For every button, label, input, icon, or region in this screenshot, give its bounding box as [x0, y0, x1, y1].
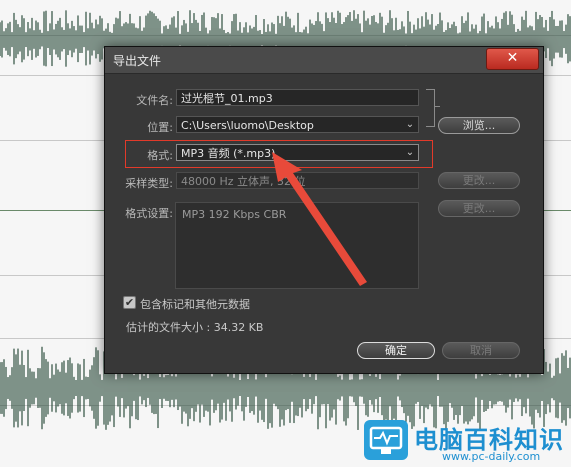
close-button[interactable]: ✕	[486, 48, 539, 70]
dialog-title: 导出文件	[113, 54, 162, 68]
change-sample-type-button[interactable]: 更改...	[438, 172, 520, 189]
estimated-size-label: 估计的文件大小 : 34.32 KB	[126, 321, 264, 334]
include-markers-label: 包含标记和其他元数据	[140, 298, 250, 311]
filename-label: 文件名:	[136, 94, 173, 107]
browse-button[interactable]: 浏览...	[438, 117, 520, 134]
format-settings-box: MP3 192 Kbps CBR	[175, 202, 419, 289]
close-icon: ✕	[506, 50, 519, 66]
monitor-pulse-icon	[364, 420, 408, 460]
filename-input[interactable]: 过光棍节_01.mp3	[176, 89, 419, 106]
sample-type-label: 采样类型:	[125, 177, 173, 190]
bracket-connector	[426, 89, 435, 127]
format-settings-value: MP3 192 Kbps CBR	[182, 208, 287, 221]
chevron-down-icon: ⌄	[405, 119, 415, 130]
checkmark-icon: ✔	[124, 296, 135, 309]
cancel-button[interactable]: 取消	[442, 342, 520, 359]
export-file-dialog: 导出文件 ✕ 文件名: 过光棍节_01.mp3 位置: C:\Users\luo…	[104, 46, 544, 374]
format-settings-label: 格式设置:	[125, 207, 173, 220]
location-label: 位置:	[147, 121, 173, 134]
change-format-settings-button[interactable]: 更改...	[438, 200, 520, 217]
watermark-url: www.pc-daily.com	[442, 450, 541, 463]
bracket-connector	[434, 106, 440, 107]
highlight-box	[125, 140, 433, 168]
location-select[interactable]: C:\Users\luomo\Desktop ⌄	[176, 116, 419, 133]
dialog-titlebar: 导出文件 ✕	[105, 47, 543, 74]
location-value: C:\Users\luomo\Desktop	[181, 119, 314, 132]
site-watermark: 电脑百科知识 www.pc-daily.com	[364, 418, 571, 467]
include-markers-checkbox[interactable]: ✔	[123, 296, 136, 309]
ok-button[interactable]: 确定	[357, 342, 435, 359]
sample-type-field: 48000 Hz 立体声, 32 位	[176, 172, 419, 189]
